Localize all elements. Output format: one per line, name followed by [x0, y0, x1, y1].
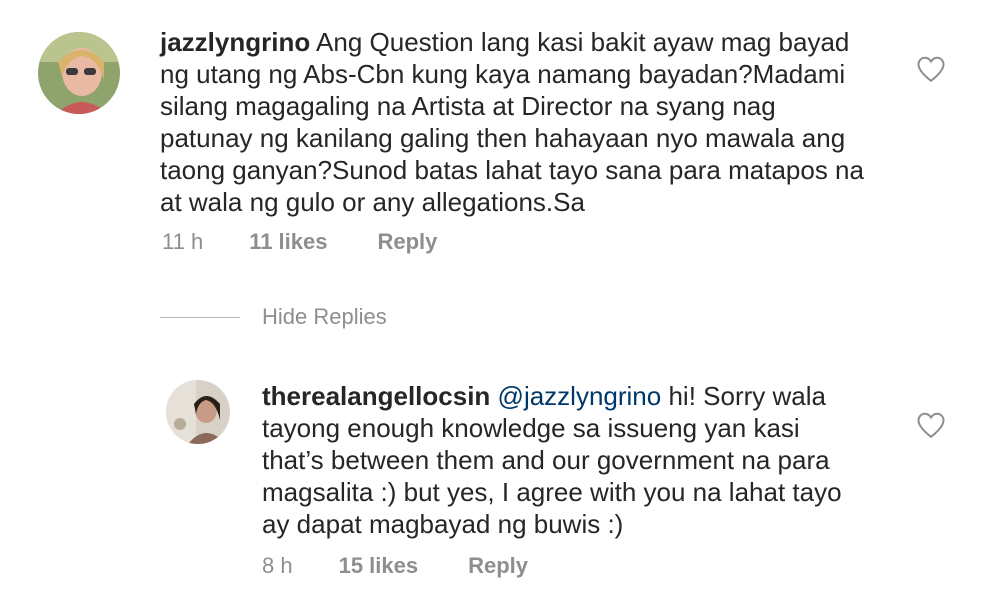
- heart-outline-icon[interactable]: [916, 411, 946, 439]
- reply-text: tayong enough knowledge sa issueng yan k…: [262, 413, 842, 539]
- avatar[interactable]: [166, 380, 230, 444]
- avatar[interactable]: [38, 32, 120, 114]
- heart-outline-icon[interactable]: [916, 55, 946, 83]
- comment-meta: 11 h 11 likes Reply: [162, 229, 437, 255]
- reply-timestamp: 8 h: [262, 553, 293, 578]
- reply-meta: 8 h 15 likes Reply: [262, 553, 528, 579]
- reply-likes-count[interactable]: 15 likes: [339, 553, 419, 579]
- comment-timestamp: 11 h: [162, 229, 204, 254]
- reply-reply-button[interactable]: Reply: [468, 553, 528, 579]
- reply-text-first: hi! Sorry wala: [661, 381, 826, 411]
- replies-divider: [160, 316, 240, 318]
- comment-reply-button[interactable]: Reply: [378, 229, 438, 255]
- comment-username[interactable]: jazzlyngrino: [160, 27, 310, 57]
- reply-mention[interactable]: @jazzlyngrino: [498, 381, 662, 411]
- comment-body: jazzlyngrino Ang Question lang kasi baki…: [160, 26, 920, 218]
- hide-replies-toggle[interactable]: Hide Replies: [160, 304, 387, 330]
- reply-username[interactable]: therealangellocsin: [262, 381, 490, 411]
- comment-likes-count[interactable]: 11 likes: [249, 229, 327, 255]
- hide-replies-label: Hide Replies: [262, 304, 387, 329]
- reply-body: therealangellocsin @jazzlyngrino hi! Sor…: [262, 380, 902, 540]
